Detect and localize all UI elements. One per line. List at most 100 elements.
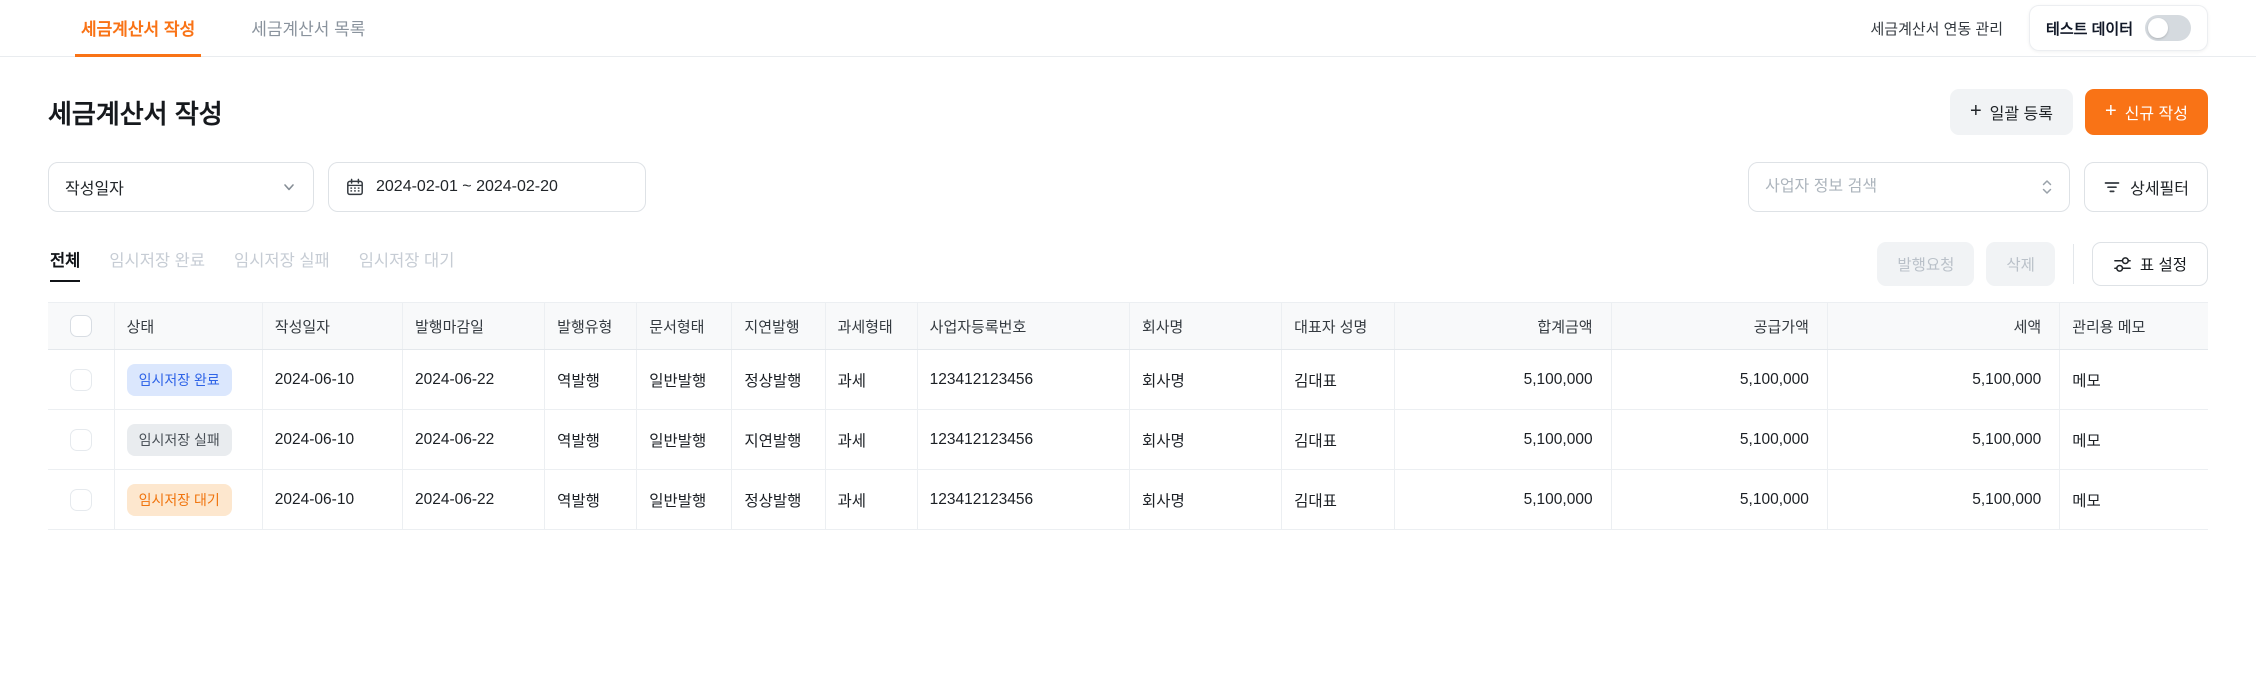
tab-tax-invoice-create[interactable]: 세금계산서 작성 — [75, 0, 202, 57]
bulk-register-label: 일괄 등록 — [1989, 106, 2053, 123]
sliders-icon — [2114, 256, 2131, 272]
status-badge: 임시저장 실패 — [126, 423, 232, 456]
cell-tax_type: 과세 — [825, 469, 918, 530]
status-tab-draft-complete[interactable]: 임시저장 완료 — [109, 247, 205, 282]
new-create-label: 신규 작성 — [2124, 106, 2188, 123]
tab-tax-invoice-list[interactable]: 세금계산서 목록 — [245, 0, 371, 57]
new-create-button[interactable]: + 신규 작성 — [2084, 89, 2208, 135]
cell-issue_type: 역발행 — [544, 409, 638, 470]
column-header-status: 상태 — [114, 302, 263, 350]
invoice-table: 상태 작성일자 발행마감일 발행유형 문서형태 지연발행 과세형태 사업자등록번호 회사명 대표자… — [48, 302, 2208, 530]
main-content: 세금계산서 작성 + 일괄 등록 + 신규 작성 작성일자 2024-02-01… — [0, 89, 2256, 530]
column-header-memo: 관리용 메모 — [2059, 302, 2208, 350]
request-publish-button[interactable]: 발행요청 — [1877, 242, 1975, 286]
cell-tax: 5,100,000 — [1827, 409, 2061, 470]
column-header-delay: 지연발행 — [731, 302, 826, 350]
cell-company: 회사명 — [1129, 469, 1283, 530]
cell-company: 회사명 — [1129, 409, 1283, 470]
test-data-toggle[interactable] — [2145, 15, 2191, 41]
column-header-tax_type: 과세형태 — [825, 302, 918, 350]
cell-doc_type: 일반발행 — [636, 349, 733, 410]
column-header-biz_no: 사업자등록번호 — [917, 302, 1130, 350]
cell-total: 5,100,000 — [1394, 349, 1612, 410]
cell-status: 임시저장 완료 — [114, 349, 263, 410]
test-data-label: 테스트 데이터 — [2046, 20, 2133, 38]
cell-ceo: 김대표 — [1281, 469, 1396, 530]
cell-memo: 메모 — [2059, 469, 2208, 530]
table-row[interactable]: 임시저장 완료 2024-06-10 2024-06-22 역발행 일반발행 정상발행 과세… — [48, 349, 2208, 410]
column-header-doc_type: 문서형태 — [636, 302, 733, 350]
column-header-total: 합계금액 — [1394, 302, 1612, 350]
chevron-down-icon — [284, 184, 294, 191]
status-tab-draft-waiting[interactable]: 임시저장 대기 — [359, 247, 455, 282]
detail-filter-button[interactable]: 상세필터 — [2084, 162, 2208, 212]
cell-biz_no: 123412123456 — [917, 469, 1130, 530]
cell-created: 2024-06-10 — [262, 409, 403, 470]
select-all-checkbox[interactable] — [69, 315, 92, 337]
page-title: 세금계산서 작성 — [48, 98, 223, 129]
top-navigation-bar: 세금계산서 작성 세금계산서 목록 세금계산서 연동 관리 테스트 데이터 — [0, 0, 2256, 57]
delete-button[interactable]: 삭제 — [1986, 242, 2055, 286]
calendar-icon — [347, 178, 363, 196]
column-header-supply: 공급가액 — [1611, 302, 1828, 350]
bulk-register-button[interactable]: + 일괄 등록 — [1949, 89, 2073, 135]
plus-icon: + — [1969, 100, 1982, 122]
cell-issue_type: 역발행 — [544, 349, 638, 410]
date-type-value: 작성일자 — [65, 181, 124, 198]
cell-biz_no: 123412123456 — [917, 349, 1130, 410]
row-select-cell — [48, 409, 115, 470]
cell-delay: 정상발행 — [731, 469, 826, 530]
row-checkbox[interactable] — [69, 488, 92, 511]
plus-icon: + — [2104, 100, 2117, 122]
cell-status: 임시저장 실패 — [114, 409, 263, 470]
cell-company: 회사명 — [1129, 349, 1283, 410]
status-tab-all[interactable]: 전체 — [50, 247, 81, 282]
cell-supply: 5,100,000 — [1611, 469, 1828, 530]
cell-deadline: 2024-06-22 — [402, 409, 546, 470]
cell-biz_no: 123412123456 — [917, 409, 1130, 470]
integration-management-link[interactable]: 세금계산서 연동 관리 — [1870, 18, 2003, 39]
date-range-picker[interactable]: 2024-02-01 ~ 2024-02-20 — [328, 162, 646, 212]
cell-deadline: 2024-06-22 — [402, 469, 546, 530]
table-settings-label: 표 설정 — [2139, 257, 2187, 274]
column-header-created: 작성일자 — [262, 302, 403, 350]
date-range-value: 2024-02-01 ~ 2024-02-20 — [376, 178, 558, 195]
table-row[interactable]: 임시저장 실패 2024-06-10 2024-06-22 역발행 일반발행 지연발행 과세… — [48, 409, 2208, 470]
divider — [2072, 244, 2074, 284]
row-select-cell — [48, 349, 115, 410]
top-tabs: 세금계산서 작성 세금계산서 목록 — [48, 0, 371, 57]
detail-filter-label: 상세필터 — [2130, 181, 2189, 198]
select-arrows-icon — [2042, 180, 2052, 194]
cell-deadline: 2024-06-22 — [402, 349, 546, 410]
cell-ceo: 김대표 — [1281, 409, 1396, 470]
column-header-deadline: 발행마감일 — [402, 302, 546, 350]
status-tab-draft-failed[interactable]: 임시저장 실패 — [234, 247, 330, 282]
column-header-issue_type: 발행유형 — [544, 302, 638, 350]
cell-doc_type: 일반발행 — [636, 469, 733, 530]
date-type-select[interactable]: 작성일자 — [48, 162, 314, 212]
cell-created: 2024-06-10 — [262, 469, 403, 530]
column-header-company: 회사명 — [1129, 302, 1283, 350]
cell-status: 임시저장 대기 — [114, 469, 263, 530]
cell-tax_type: 과세 — [825, 349, 918, 410]
table-row[interactable]: 임시저장 대기 2024-06-10 2024-06-22 역발행 일반발행 정상발행 과세… — [48, 469, 2208, 530]
cell-delay: 지연발행 — [731, 409, 826, 470]
cell-total: 5,100,000 — [1394, 469, 1612, 530]
status-tabs: 전체 임시저장 완료 임시저장 실패 임시저장 대기 — [48, 247, 454, 282]
cell-total: 5,100,000 — [1394, 409, 1612, 470]
filter-lines-icon — [2104, 182, 2120, 193]
cell-supply: 5,100,000 — [1611, 349, 1828, 410]
row-checkbox[interactable] — [69, 428, 92, 451]
page: 세금계산서 작성 세금계산서 목록 세금계산서 연동 관리 테스트 데이터 세금… — [0, 0, 2256, 686]
column-header-tax: 세액 — [1827, 302, 2061, 350]
business-search-field[interactable] — [1748, 162, 2071, 212]
status-badge: 임시저장 완료 — [126, 363, 232, 396]
cell-delay: 정상발행 — [731, 349, 826, 410]
business-search-input[interactable] — [1765, 178, 2032, 196]
row-checkbox[interactable] — [69, 368, 92, 391]
cell-tax: 5,100,000 — [1827, 469, 2061, 530]
table-settings-button[interactable]: 표 설정 — [2091, 242, 2208, 286]
row-select-cell — [48, 469, 115, 530]
cell-doc_type: 일반발행 — [636, 409, 733, 470]
cell-memo: 메모 — [2059, 349, 2208, 410]
